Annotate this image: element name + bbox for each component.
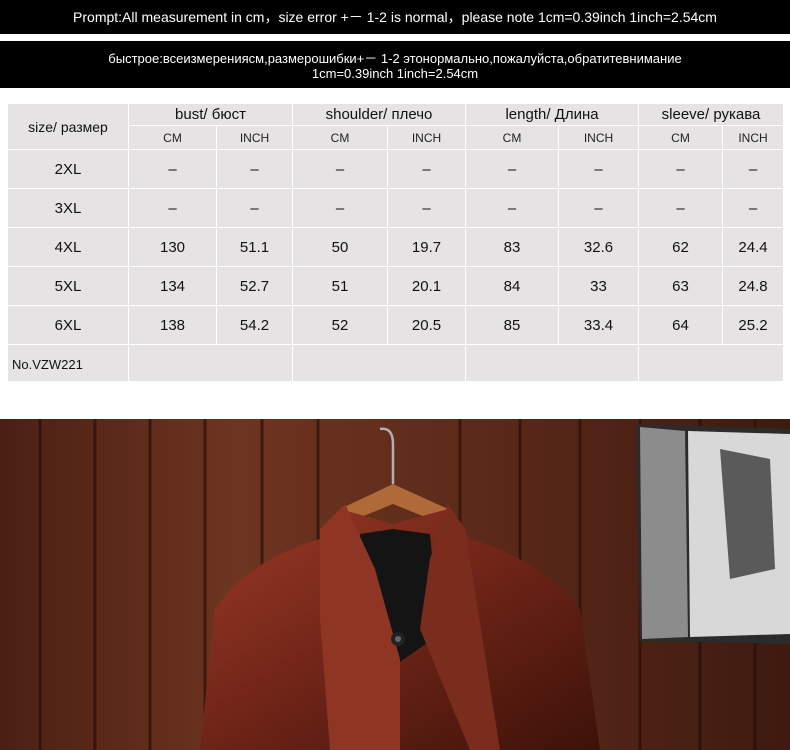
length-header: length/ Длина xyxy=(465,103,640,126)
value-cell: – xyxy=(558,188,640,228)
size-table: size/ размер bust/ бюст shoulder/ плечо … xyxy=(7,103,785,384)
value-cell: – xyxy=(216,188,293,228)
value-cell: – xyxy=(638,188,724,228)
value-cell: 83 xyxy=(465,227,560,267)
leather-jacket-image xyxy=(0,419,790,750)
size-column-header: size/ размер xyxy=(7,103,129,150)
value-cell: 24.4 xyxy=(722,227,785,267)
notice-banner-english: Prompt:All measurement in cm，size error … xyxy=(0,0,790,34)
value-cell: 51 xyxy=(292,266,388,306)
length-inch-header: INCH xyxy=(558,125,640,150)
value-cell: 134 xyxy=(128,266,217,306)
value-cell: – xyxy=(292,188,388,228)
value-cell: – xyxy=(216,149,293,189)
value-cell: 62 xyxy=(638,227,724,267)
value-cell: 85 xyxy=(465,305,560,345)
value-cell: 20.1 xyxy=(386,266,467,306)
value-cell: – xyxy=(638,149,724,189)
value-cell: 54.2 xyxy=(216,305,293,345)
value-cell: 63 xyxy=(638,266,724,306)
magazine xyxy=(636,424,790,644)
value-cell: 52 xyxy=(292,305,388,345)
value-cell: – xyxy=(386,188,467,228)
empty-cell xyxy=(128,344,293,384)
notice-banner-russian: быстрое:всеизмерениясм,размерошибки+－ 1-… xyxy=(0,41,790,88)
value-cell: 33 xyxy=(558,266,640,306)
value-cell: 25.2 xyxy=(722,305,785,345)
value-cell: – xyxy=(465,149,560,189)
value-cell: 20.5 xyxy=(386,305,467,345)
value-cell: – xyxy=(722,188,785,228)
table-row: 2XL – – – – – – – – xyxy=(7,149,785,189)
size-cell: 5XL xyxy=(7,266,129,306)
table-row: 5XL 134 52.7 51 20.1 84 33 63 24.8 xyxy=(7,266,785,306)
shoulder-inch-header: INCH xyxy=(386,125,467,150)
length-cm-header: CM xyxy=(465,125,560,150)
product-photo xyxy=(0,419,790,750)
sleeve-cm-header: CM xyxy=(638,125,724,150)
value-cell: 138 xyxy=(128,305,217,345)
empty-cell xyxy=(291,344,467,384)
table-row-model: No.VZW221 xyxy=(7,344,785,384)
sleeve-header: sleeve/ рукава xyxy=(638,103,785,126)
value-cell: 32.6 xyxy=(558,227,640,267)
size-cell: 3XL xyxy=(7,188,129,228)
sleeve-inch-header: INCH xyxy=(722,125,785,150)
value-cell: – xyxy=(128,149,217,189)
value-cell: – xyxy=(292,149,388,189)
value-cell: – xyxy=(386,149,467,189)
size-cell: 4XL xyxy=(7,227,129,267)
size-cell: 2XL xyxy=(7,149,129,189)
value-cell: 84 xyxy=(465,266,560,306)
table-row: 6XL 138 54.2 52 20.5 85 33.4 64 25.2 xyxy=(7,305,785,345)
notice-text-russian-line2: 1cm=0.39inch 1inch=2.54cm xyxy=(311,66,479,81)
size-chart: size/ размер bust/ бюст shoulder/ плечо … xyxy=(7,103,785,384)
shoulder-cm-header: CM xyxy=(292,125,388,150)
table-row: 3XL – – – – – – – – xyxy=(7,188,785,228)
shoulder-header: shoulder/ плечо xyxy=(291,103,467,126)
value-cell: 51.1 xyxy=(216,227,293,267)
notice-text-english: Prompt:All measurement in cm，size error … xyxy=(73,9,717,25)
empty-cell xyxy=(465,344,640,384)
empty-cell xyxy=(638,344,785,384)
value-cell: – xyxy=(722,149,785,189)
value-cell: – xyxy=(558,149,640,189)
value-cell: 19.7 xyxy=(386,227,467,267)
value-cell: – xyxy=(128,188,217,228)
bust-cm-header: CM xyxy=(128,125,217,150)
value-cell: 52.7 xyxy=(216,266,293,306)
value-cell: 130 xyxy=(128,227,217,267)
bust-header: bust/ бюст xyxy=(128,103,293,126)
value-cell: 24.8 xyxy=(722,266,785,306)
model-number: No.VZW221 xyxy=(7,344,129,384)
value-cell: 33.4 xyxy=(558,305,640,345)
value-cell: – xyxy=(465,188,560,228)
value-cell: 50 xyxy=(292,227,388,267)
bust-inch-header: INCH xyxy=(216,125,293,150)
size-cell: 6XL xyxy=(7,305,129,345)
notice-text-russian-line1: быстрое:всеизмерениясм,размерошибки+－ 1-… xyxy=(108,51,682,66)
value-cell: 64 xyxy=(638,305,724,345)
table-row: 4XL 130 51.1 50 19.7 83 32.6 62 24.4 xyxy=(7,227,785,267)
